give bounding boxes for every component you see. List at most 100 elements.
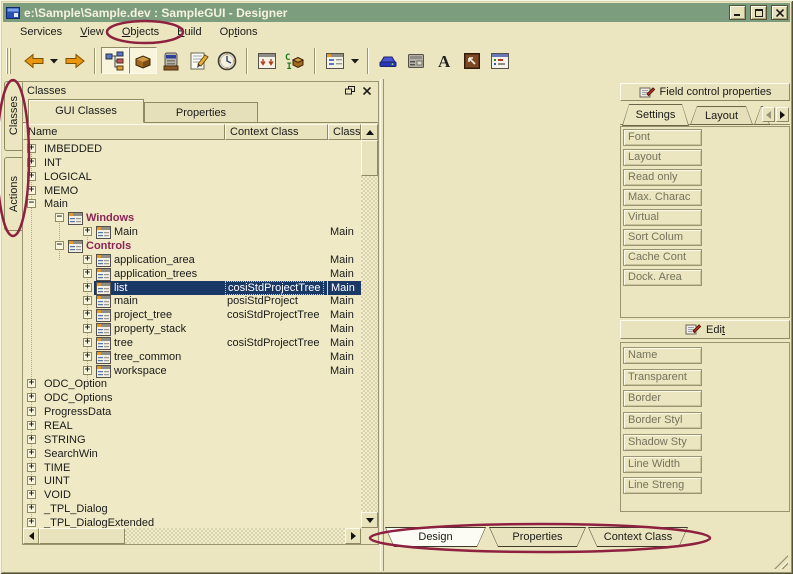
tab-scroll-right-button[interactable]: [776, 107, 789, 122]
editor-tab-design[interactable]: Design: [385, 527, 486, 547]
tree-row[interactable]: +treecosiStdProjectTreeMain: [23, 336, 361, 350]
object-viewer-button[interactable]: [157, 47, 185, 74]
expand-toggle[interactable]: +: [27, 518, 36, 527]
tree-row[interactable]: +LOGICAL: [23, 170, 361, 184]
expand-toggle[interactable]: +: [27, 435, 36, 444]
expand-toggle[interactable]: +: [27, 393, 36, 402]
tree-row[interactable]: +project_treecosiStdProjectTreeMain: [23, 308, 361, 322]
menu-item-build[interactable]: Build: [168, 23, 210, 41]
tree-row[interactable]: +tree_commonMain: [23, 350, 361, 364]
property-button-line-streng[interactable]: Line Streng: [623, 477, 702, 494]
property-button-sort-colum[interactable]: Sort Colum: [623, 229, 702, 246]
forward-button[interactable]: [61, 47, 89, 74]
property-button-name[interactable]: Name: [623, 347, 702, 364]
expand-toggle[interactable]: +: [83, 255, 92, 264]
expand-toggle[interactable]: +: [27, 186, 36, 195]
side-tab-classes[interactable]: Classes: [4, 81, 22, 151]
expand-toggle[interactable]: +: [83, 366, 92, 375]
scrollbar-left-button[interactable]: [23, 528, 39, 544]
tree-row[interactable]: +SearchWin: [23, 447, 361, 461]
float-panel-icon[interactable]: [343, 84, 357, 97]
tree-row[interactable]: +ProgressData: [23, 405, 361, 419]
scrollbar-up-button[interactable]: [361, 124, 378, 140]
expand-toggle[interactable]: +: [27, 421, 36, 430]
tree-row[interactable]: +MEMO: [23, 184, 361, 198]
printer-button[interactable]: [374, 47, 402, 74]
column-header-name[interactable]: Name: [23, 124, 225, 140]
expand-toggle[interactable]: +: [83, 338, 92, 347]
class-instance-button[interactable]: CI: [281, 47, 309, 74]
close-panel-icon[interactable]: [360, 84, 374, 97]
tab-layout[interactable]: Layout: [690, 106, 753, 125]
expand-toggle[interactable]: −: [55, 213, 64, 222]
expand-toggle[interactable]: +: [83, 269, 92, 278]
edit-button[interactable]: Edit: [620, 320, 790, 339]
tree-row[interactable]: −Main: [23, 197, 361, 211]
tree-row[interactable]: +_TPL_DialogExtended: [23, 516, 361, 528]
expand-toggle[interactable]: +: [27, 144, 36, 153]
expand-toggle[interactable]: +: [83, 352, 92, 361]
scrollbar-right-button[interactable]: [345, 528, 361, 544]
menu-item-view[interactable]: View: [71, 23, 113, 41]
vertical-scrollbar-track[interactable]: [361, 140, 378, 512]
tree-row[interactable]: +UINT: [23, 474, 361, 488]
property-button-transparent[interactable]: Transparent: [623, 369, 702, 386]
tree-row[interactable]: +VOID: [23, 488, 361, 502]
objects-button[interactable]: [129, 47, 157, 74]
tree-row[interactable]: +MainMain: [23, 225, 361, 239]
form-list-dropdown-button[interactable]: [349, 47, 362, 74]
expand-toggle[interactable]: −: [27, 199, 36, 208]
expand-toggle[interactable]: +: [83, 324, 92, 333]
history-button[interactable]: [213, 47, 241, 74]
field-control-properties-header[interactable]: Field control properties: [620, 83, 790, 101]
property-button-line-width[interactable]: Line Width: [623, 456, 702, 473]
dialog-button[interactable]: [486, 47, 514, 74]
scrollbar-down-button[interactable]: [361, 512, 378, 528]
expand-toggle[interactable]: +: [27, 379, 36, 388]
maximize-button[interactable]: [750, 5, 767, 20]
tree-row[interactable]: +ODC_Option: [23, 377, 361, 391]
expand-toggle[interactable]: −: [55, 241, 64, 250]
tree-row[interactable]: +mainposiStdProjectMain: [23, 294, 361, 308]
import-window-button[interactable]: [253, 47, 281, 74]
property-button-shadow-sty[interactable]: Shadow Sty: [623, 434, 702, 451]
tree-row[interactable]: +REAL: [23, 419, 361, 433]
title-bar[interactable]: e:\Sample\Sample.dev : SampleGUI - Desig…: [3, 3, 790, 22]
resize-grip[interactable]: [774, 555, 788, 569]
panel-splitter[interactable]: [380, 79, 384, 571]
menu-item-options[interactable]: Options: [211, 23, 267, 41]
tree-row[interactable]: +_TPL_Dialog: [23, 502, 361, 516]
property-button-layout[interactable]: Layout: [623, 149, 702, 166]
property-button-border[interactable]: Border: [623, 390, 702, 407]
property-button-border-styl[interactable]: Border Styl: [623, 412, 702, 429]
font-button[interactable]: A: [430, 47, 458, 74]
expand-toggle[interactable]: +: [27, 172, 36, 181]
expand-toggle[interactable]: +: [27, 407, 36, 416]
tab-gui-classes[interactable]: GUI Classes: [28, 99, 144, 123]
tree-row[interactable]: +TIME: [23, 461, 361, 475]
expand-toggle[interactable]: +: [27, 504, 36, 513]
property-button-cache-cont[interactable]: Cache Cont: [623, 249, 702, 266]
column-header-context-class[interactable]: Context Class: [225, 124, 328, 140]
tree-row[interactable]: +listcosiStdProjectTreeMain: [23, 281, 361, 295]
tree-row[interactable]: −Controls: [23, 239, 361, 253]
back-history-button[interactable]: [48, 47, 61, 74]
property-button-dock-area[interactable]: Dock. Area: [623, 269, 702, 286]
tree-row[interactable]: +ODC_Options: [23, 391, 361, 405]
expand-toggle[interactable]: +: [27, 449, 36, 458]
menu-item-objects[interactable]: Objects: [113, 23, 168, 41]
horizontal-scrollbar-thumb[interactable]: [39, 528, 125, 544]
property-button-read-only[interactable]: Read only: [623, 169, 702, 186]
expand-toggle[interactable]: +: [27, 463, 36, 472]
edit-source-button[interactable]: [185, 47, 213, 74]
close-button[interactable]: [771, 5, 788, 20]
expand-toggle[interactable]: +: [27, 158, 36, 167]
expand-toggle[interactable]: +: [83, 227, 92, 236]
tree-row[interactable]: +INT: [23, 156, 361, 170]
tree-row[interactable]: +application_treesMain: [23, 267, 361, 281]
tree-row[interactable]: +IMBEDDED: [23, 142, 361, 156]
expand-toggle[interactable]: +: [83, 296, 92, 305]
expand-toggle[interactable]: +: [83, 283, 92, 292]
toolbar-grip[interactable]: [6, 48, 12, 74]
tab-scroll-left-button[interactable]: [762, 107, 775, 122]
